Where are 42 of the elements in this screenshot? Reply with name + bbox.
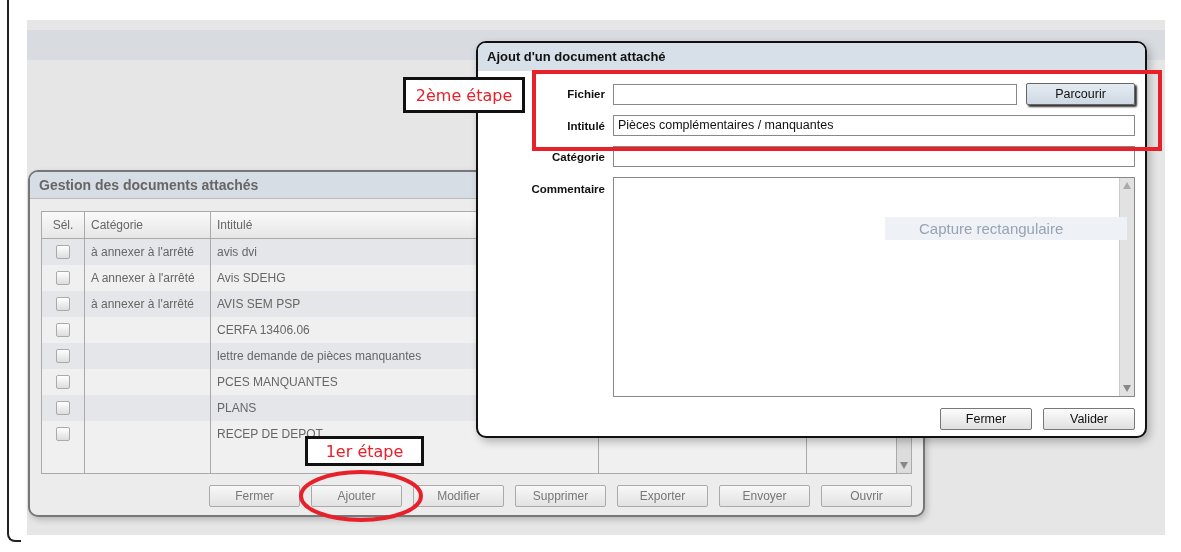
browse-button[interactable]: Parcourir <box>1026 83 1135 105</box>
dialog-title: Ajout d'un document attaché <box>478 43 1145 71</box>
action-button[interactable]: Ouvrir <box>821 485 912 507</box>
dialog-button[interactable]: Valider <box>1043 408 1135 430</box>
action-button[interactable]: Exporter <box>617 485 708 507</box>
input-field[interactable]: Pièces complémentaires / manquantes <box>613 115 1135 136</box>
table-cell: AVIS SEM PSP <box>217 297 301 311</box>
field-label: Commentaire <box>531 183 605 195</box>
field-label: Catégorie <box>551 150 605 163</box>
ghost-label: Capture rectangulaire <box>885 217 1127 240</box>
file-field[interactable] <box>613 83 1017 105</box>
annotation-label: 1er étape <box>305 436 424 466</box>
scrollbar[interactable] <box>1119 178 1134 396</box>
row-checkbox[interactable] <box>56 297 70 311</box>
column-header[interactable]: Sél. <box>42 212 85 238</box>
table-cell: lettre demande de pièces manquantes <box>217 349 422 363</box>
row-checkbox[interactable] <box>56 349 70 363</box>
action-button[interactable]: Modifier <box>413 485 504 507</box>
row-checkbox[interactable] <box>56 401 70 415</box>
table-cell: avis dvi <box>217 245 257 259</box>
table-cell: Avis SDEHG <box>217 271 286 285</box>
dialog-button[interactable]: Fermer <box>940 408 1032 430</box>
row-checkbox[interactable] <box>56 375 70 389</box>
column-header[interactable]: Catégorie <box>85 212 211 238</box>
table-cell: à annexer à l'arrêté <box>91 297 195 311</box>
input-field[interactable] <box>613 146 1135 167</box>
row-checkbox[interactable] <box>56 427 70 441</box>
row-checkbox[interactable] <box>56 271 70 285</box>
field-label: Fichier <box>567 88 605 100</box>
table-cell: à annexer à l'arrêté <box>91 245 195 259</box>
annotation-label: 2ème étape <box>403 77 525 113</box>
action-button[interactable]: Envoyer <box>719 485 810 507</box>
row-checkbox[interactable] <box>56 245 70 259</box>
row-checkbox[interactable] <box>56 323 70 337</box>
table-cell: PLANS <box>217 401 257 415</box>
field-label: Intitulé <box>567 119 605 132</box>
table-cell: PCES MANQUANTES <box>217 375 338 389</box>
table-cell: CERFA 13406.06 <box>217 323 310 337</box>
action-button[interactable]: Fermer <box>209 485 300 507</box>
action-button[interactable]: Supprimer <box>515 485 606 507</box>
action-button[interactable]: Ajouter <box>311 485 402 507</box>
table-cell: A annexer à l'arrêté <box>91 271 195 285</box>
